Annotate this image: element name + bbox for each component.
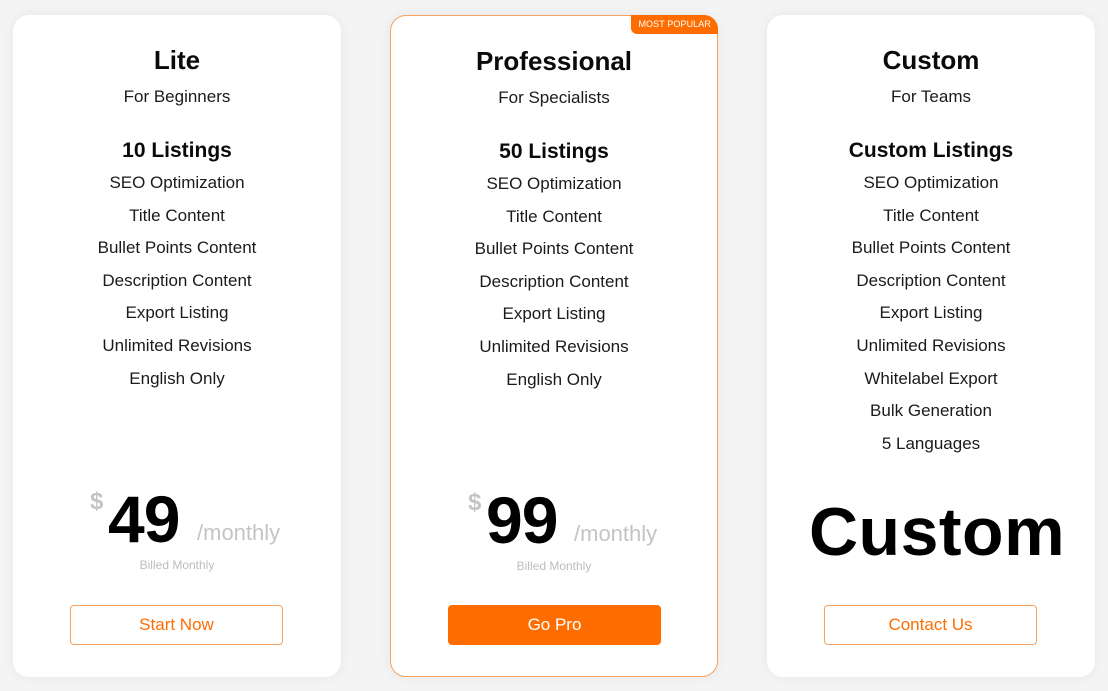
feature-item: Unlimited Revisions <box>479 336 629 356</box>
billing-note: Billed Monthly <box>516 559 592 573</box>
plan-audience: For Specialists <box>498 88 610 107</box>
feature-item: Export Listing <box>502 304 606 324</box>
pricing-card-lite: Lite For Beginners 10 Listings SEO Optim… <box>13 15 341 677</box>
price-period: /monthly <box>197 520 281 545</box>
feature-item: Bulk Generation <box>870 401 992 421</box>
plan-title: Lite <box>153 45 201 75</box>
plan-audience: For Beginners <box>123 87 231 106</box>
feature-item: Title Content <box>506 206 602 226</box>
pricing-card-custom: Custom For Teams Custom Listings SEO Opt… <box>767 15 1095 677</box>
price-display: $ 49 /monthly <box>13 480 341 560</box>
feature-item: Bullet Points Content <box>97 238 257 258</box>
feature-list: Custom Listings SEO Optimization Title C… <box>767 137 1095 463</box>
most-popular-badge: MOST POPULAR <box>631 15 718 34</box>
feature-item: SEO Optimization <box>486 174 622 193</box>
start-now-button[interactable]: Start Now <box>70 605 283 645</box>
listings-count: 10 Listings <box>122 139 232 162</box>
plan-title: Custom <box>882 45 980 75</box>
feature-item: Whitelabel Export <box>864 368 998 388</box>
feature-item: Description Content <box>856 270 1006 290</box>
custom-price-label: Custom <box>808 494 1066 570</box>
go-pro-button[interactable]: Go Pro <box>448 605 661 645</box>
feature-item: SEO Optimization <box>863 173 999 192</box>
currency-symbol: $ <box>90 488 104 515</box>
billing-note: Billed Monthly <box>139 558 215 572</box>
feature-list: 10 Listings SEO Optimization Title Conte… <box>13 137 341 398</box>
feature-item: Export Listing <box>879 303 983 323</box>
pricing-card-professional: MOST POPULAR Professional For Specialist… <box>390 15 718 677</box>
feature-item: Bullet Points Content <box>474 239 634 259</box>
price-amount: 49 <box>108 482 180 556</box>
feature-list: 50 Listings SEO Optimization Title Conte… <box>391 138 717 399</box>
price-amount: 99 <box>486 483 558 557</box>
feature-item: Unlimited Revisions <box>102 335 252 355</box>
feature-item: Description Content <box>479 271 629 291</box>
listings-count: 50 Listings <box>499 140 609 163</box>
currency-symbol: $ <box>468 489 482 516</box>
price-display: $ 99 /monthly <box>391 481 717 561</box>
feature-item: English Only <box>129 368 225 388</box>
feature-item: English Only <box>506 369 602 389</box>
feature-item: Unlimited Revisions <box>856 335 1006 355</box>
plan-audience: For Teams <box>891 87 971 106</box>
contact-us-button[interactable]: Contact Us <box>824 605 1037 645</box>
feature-item: Title Content <box>129 205 225 225</box>
feature-item: SEO Optimization <box>109 173 245 192</box>
listings-count: Custom Listings <box>848 139 1014 162</box>
feature-item: Title Content <box>883 205 979 225</box>
plan-title: Professional <box>475 46 633 76</box>
feature-item: Description Content <box>102 270 252 290</box>
feature-item: Bullet Points Content <box>851 238 1011 258</box>
feature-item: Export Listing <box>125 303 229 323</box>
feature-item: 5 Languages <box>881 433 981 453</box>
pricing-section: Lite For Beginners 10 Listings SEO Optim… <box>0 0 1108 691</box>
price-period: /monthly <box>574 521 658 546</box>
